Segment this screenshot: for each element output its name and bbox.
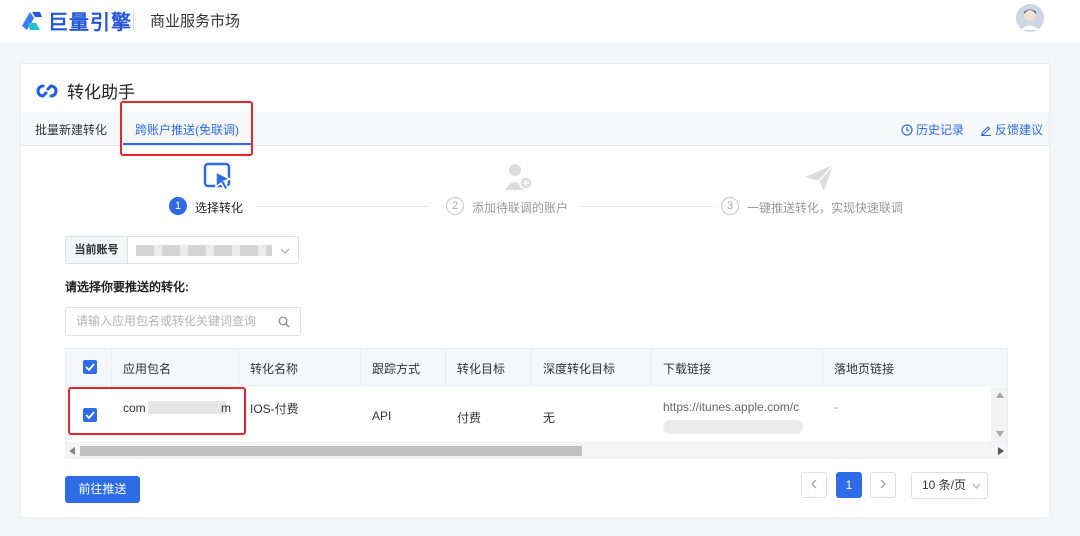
history-link[interactable]: 历史记录 xyxy=(901,121,964,138)
table-header: 应用包名 转化名称 跟踪方式 转化目标 深度转化目标 下载链接 落地页链接 xyxy=(66,349,1007,386)
col-conversion-name: 转化名称 xyxy=(250,362,299,376)
user-avatar[interactable] xyxy=(1016,4,1044,32)
feedback-link-label: 反馈建议 xyxy=(995,123,1044,137)
search-input[interactable] xyxy=(76,314,266,328)
cell-target: 付费 xyxy=(457,411,482,425)
header-divider xyxy=(133,10,134,30)
cell-download-link[interactable]: https://itunes.apple.com/c xyxy=(663,400,799,414)
table-horizontal-scrollbar[interactable] xyxy=(66,442,1007,458)
tab-batch-create[interactable]: 批量新建转化 xyxy=(35,121,107,138)
step-1-label: 选择转化 xyxy=(195,201,244,215)
select-conversion-prompt: 请选择你要推送的转化: xyxy=(65,280,189,294)
brand-logo[interactable]: 巨量引擎 xyxy=(18,6,132,35)
cell-conversion-name: IOS-付费 xyxy=(250,402,299,416)
scroll-left-icon[interactable] xyxy=(69,447,75,455)
cell-tracking: API xyxy=(372,409,392,423)
step-3-number: 3 xyxy=(721,197,739,215)
table-vertical-scrollbar[interactable] xyxy=(991,387,1007,442)
step-send-plane-icon xyxy=(804,164,834,195)
col-landing-link: 落地页链接 xyxy=(834,362,895,376)
step-2-label: 添加待联调的账户 xyxy=(472,201,569,215)
highlight-box-tab xyxy=(120,101,253,156)
page-number-button[interactable]: 1 xyxy=(836,472,862,498)
chevron-left-icon xyxy=(811,479,817,489)
step-2-number: 2 xyxy=(446,197,464,215)
prev-page-button[interactable] xyxy=(801,472,827,498)
feedback-link[interactable]: 反馈建议 xyxy=(980,121,1043,138)
col-download-link: 下载链接 xyxy=(663,362,712,376)
chevron-down-icon xyxy=(972,483,981,489)
search-icon[interactable] xyxy=(278,316,290,328)
next-page-button[interactable] xyxy=(870,472,896,498)
step-connector-1 xyxy=(257,206,429,207)
page-title: 转化助手 xyxy=(67,83,135,102)
highlight-box-row xyxy=(68,387,246,435)
brand-name: 巨量引擎 xyxy=(48,12,132,34)
page-size-value: 10 条/页 xyxy=(922,478,967,492)
conversion-assistant-icon xyxy=(36,83,58,98)
clock-icon xyxy=(901,123,913,136)
current-account-label: 当前账号 xyxy=(65,236,127,264)
history-link-label: 历史记录 xyxy=(916,123,965,137)
page-size-select[interactable]: 10 条/页 xyxy=(911,472,988,499)
cell-landing-link: - xyxy=(834,400,838,414)
download-link-redacted xyxy=(663,420,803,434)
col-tracking: 跟踪方式 xyxy=(372,362,421,376)
col-deep-target: 深度转化目标 xyxy=(543,362,616,376)
step-1-number: 1 xyxy=(169,197,187,215)
account-value-redacted xyxy=(136,245,272,256)
scroll-down-icon[interactable] xyxy=(996,431,1004,437)
horizontal-scroll-thumb[interactable] xyxy=(80,446,582,456)
chevron-right-icon xyxy=(880,479,886,489)
account-select[interactable] xyxy=(127,236,299,264)
brand-logo-icon xyxy=(22,11,42,30)
conversion-search-box[interactable] xyxy=(65,307,301,336)
card-header: 转化助手 xyxy=(35,78,135,103)
scroll-up-icon[interactable] xyxy=(996,392,1004,398)
step-connector-2 xyxy=(581,206,713,207)
edit-icon xyxy=(981,125,991,136)
cell-deep-target: 无 xyxy=(543,411,556,425)
col-target: 转化目标 xyxy=(457,362,506,376)
top-navigation-bar: 巨量引擎 商业服务市场 xyxy=(0,0,1080,44)
select-all-checkbox[interactable] xyxy=(83,360,97,374)
progress-steps: 1 选择转化 2 添加待联调的账户 3 一键推送转化，实现快速联调 xyxy=(21,154,1049,224)
current-account-row: 当前账号 xyxy=(65,236,299,264)
step-select-cursor-icon xyxy=(203,162,235,197)
step-add-user-icon xyxy=(504,162,534,195)
col-package: 应用包名 xyxy=(123,362,172,376)
go-push-button[interactable]: 前往推送 xyxy=(65,476,140,503)
conversion-assistant-card: 转化助手 批量新建转化 跨账户推送(免联调) 历史记录 反馈建议 1 选择转化 … xyxy=(20,63,1050,518)
user-avatar-icon xyxy=(1016,4,1044,32)
scroll-right-icon[interactable] xyxy=(998,447,1004,455)
step-3-label: 一键推送转化，实现快速联调 xyxy=(747,201,904,215)
market-title[interactable]: 商业服务市场 xyxy=(150,10,240,31)
chevron-down-icon xyxy=(280,248,290,254)
